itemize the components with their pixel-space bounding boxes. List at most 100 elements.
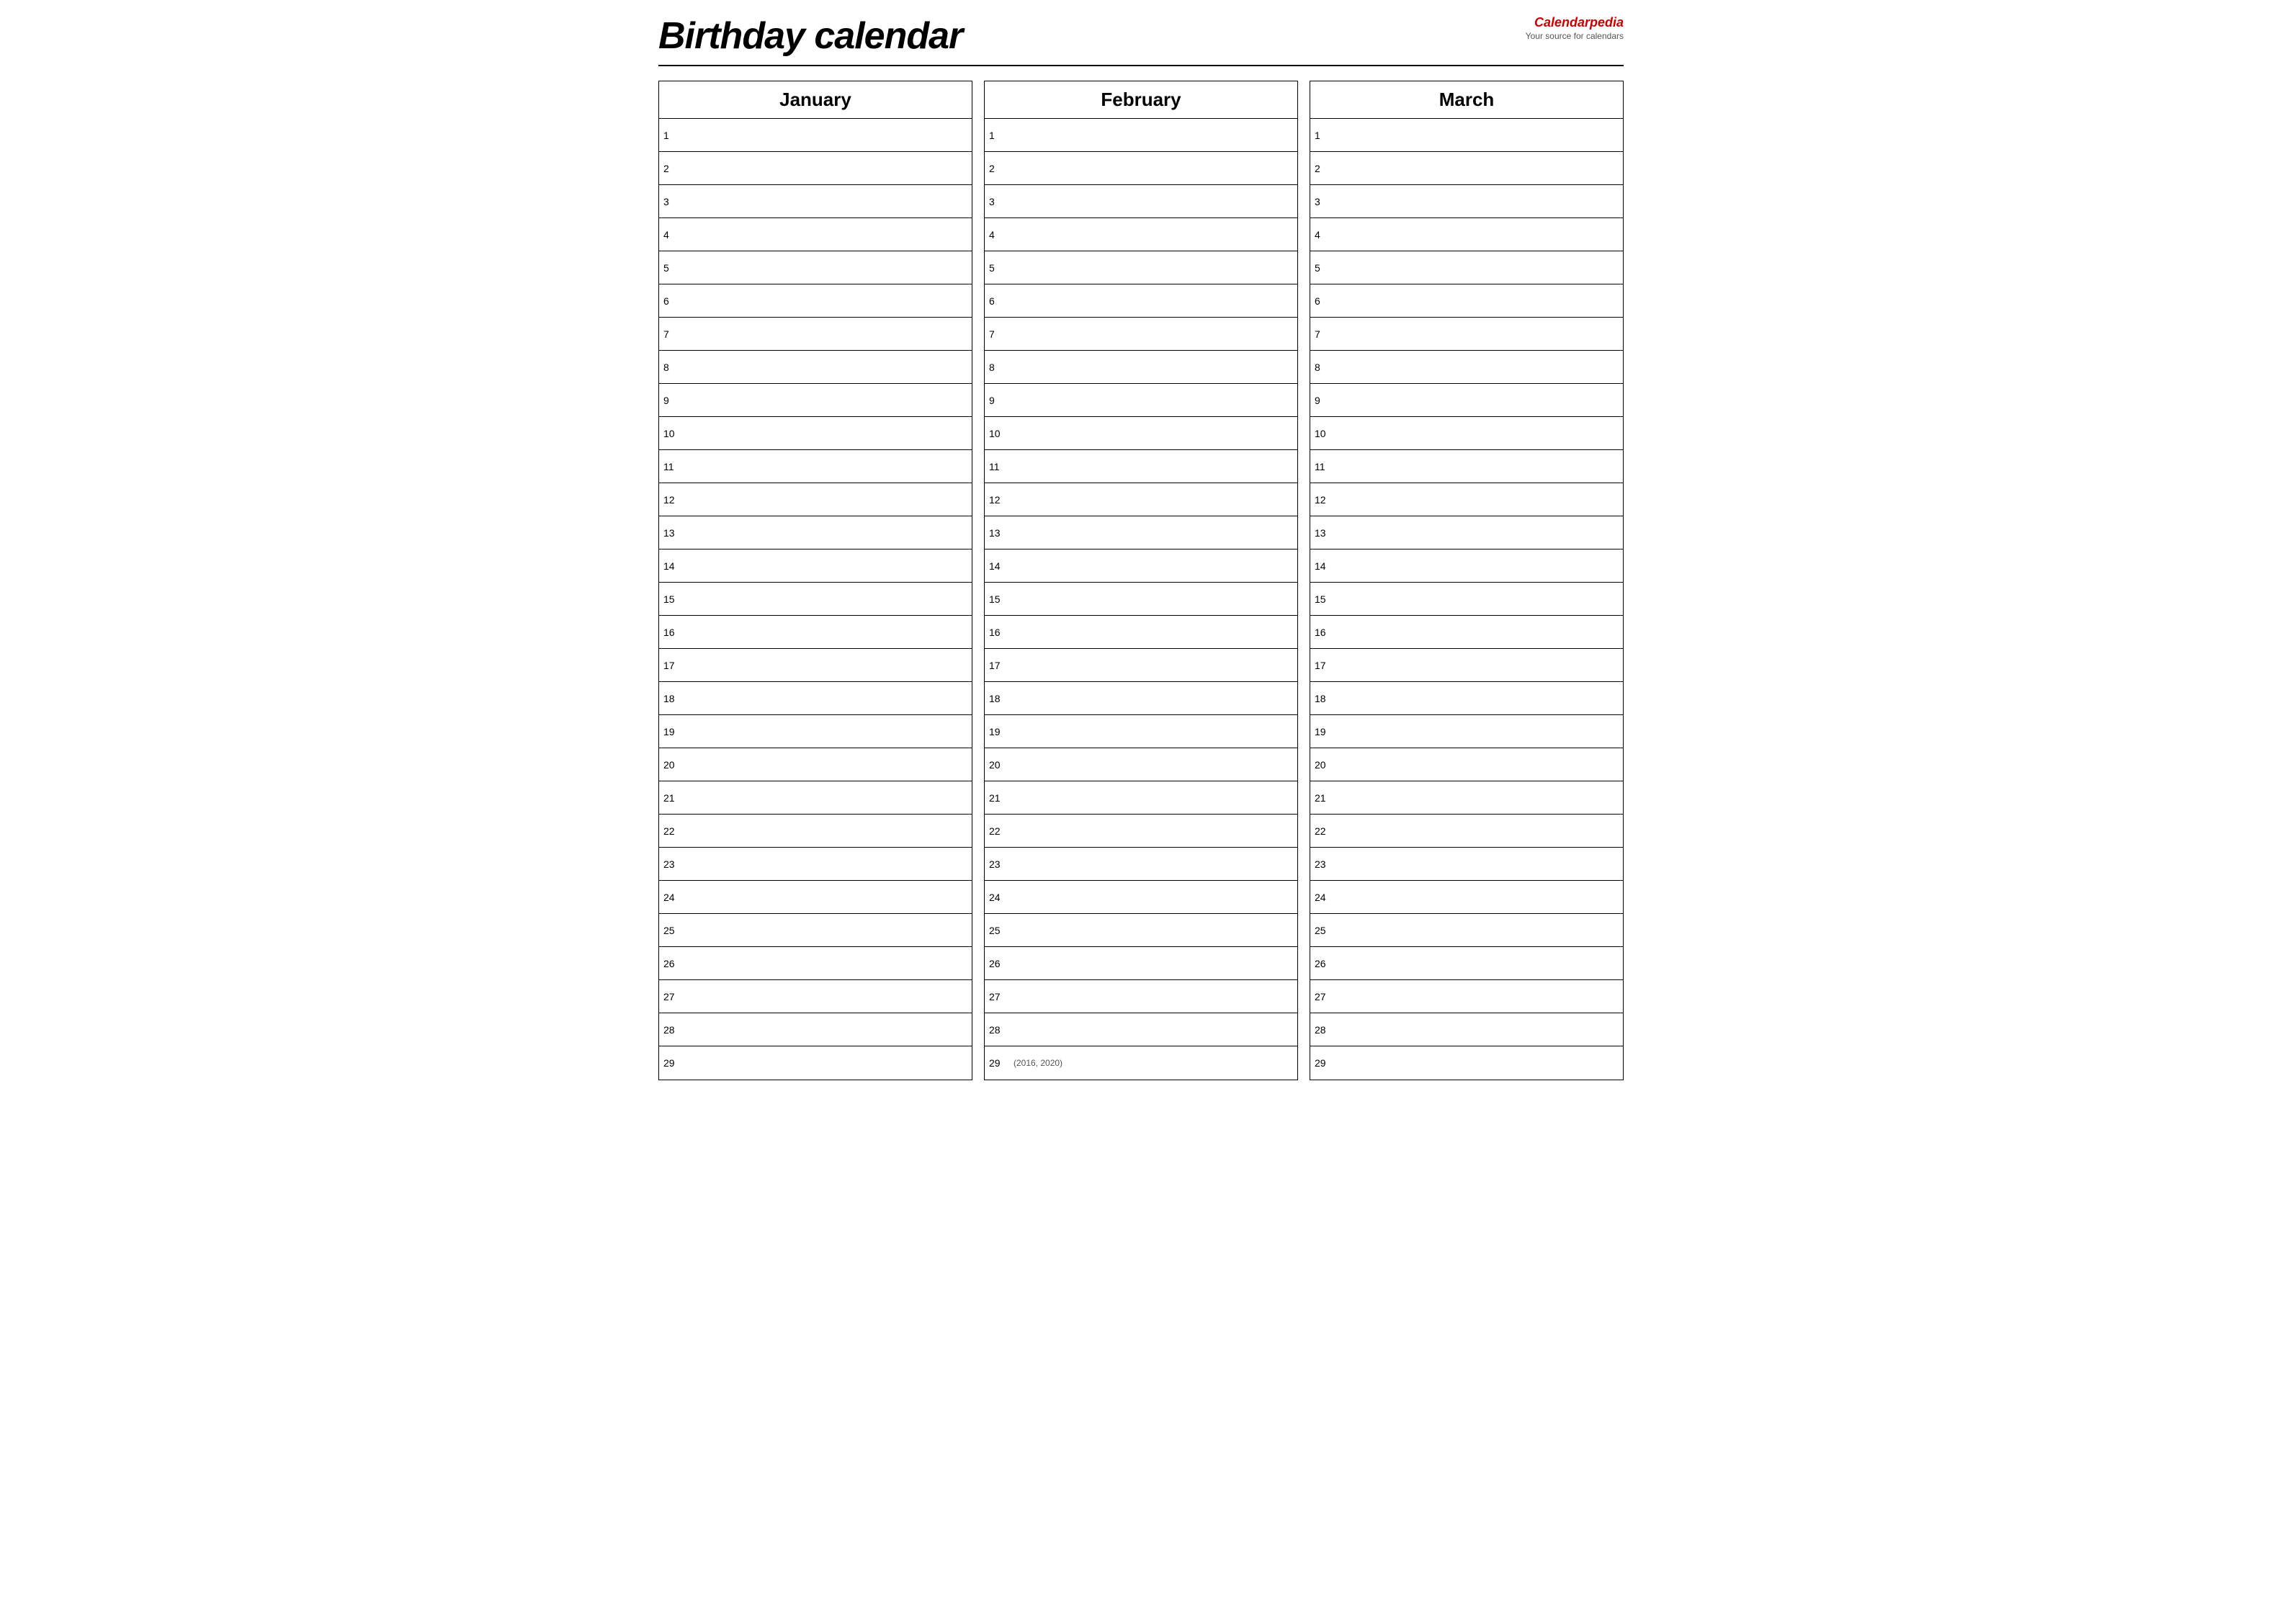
day-row: 25 xyxy=(985,914,1297,947)
day-number: 13 xyxy=(989,527,1011,539)
day-row: 24 xyxy=(1310,881,1623,914)
day-number: 7 xyxy=(663,328,685,340)
day-row: 23 xyxy=(1310,848,1623,881)
day-row: 20 xyxy=(1310,748,1623,781)
day-number: 21 xyxy=(1315,792,1336,804)
day-number: 9 xyxy=(989,395,1011,406)
day-number: 28 xyxy=(663,1024,685,1036)
day-row: 26 xyxy=(1310,947,1623,980)
day-number: 21 xyxy=(989,792,1011,804)
day-number: 23 xyxy=(989,858,1011,870)
day-row: 22 xyxy=(1310,815,1623,848)
day-row: 17 xyxy=(1310,649,1623,682)
day-number: 23 xyxy=(663,858,685,870)
day-number: 2 xyxy=(989,163,1011,174)
day-number: 24 xyxy=(1315,892,1336,903)
day-row: 1 xyxy=(1310,119,1623,152)
day-number: 13 xyxy=(1315,527,1336,539)
day-row: 6 xyxy=(659,284,972,318)
logo-brand: Calendarpedia xyxy=(1526,14,1624,31)
day-number: 27 xyxy=(989,991,1011,1002)
day-row: 16 xyxy=(1310,616,1623,649)
day-number: 15 xyxy=(663,593,685,605)
day-number: 1 xyxy=(1315,130,1336,141)
day-number: 14 xyxy=(1315,560,1336,572)
day-number: 28 xyxy=(1315,1024,1336,1036)
day-number: 27 xyxy=(1315,991,1336,1002)
day-row: 28 xyxy=(985,1013,1297,1046)
day-row: 10 xyxy=(985,417,1297,450)
day-row: 15 xyxy=(985,583,1297,616)
day-row: 26 xyxy=(985,947,1297,980)
month-calendar-march: March12345678910111213141516171819202122… xyxy=(1310,81,1624,1080)
day-number: 12 xyxy=(989,494,1011,506)
logo-area: Calendarpedia Your source for calendars xyxy=(1526,14,1624,42)
day-number: 16 xyxy=(1315,627,1336,638)
day-number: 7 xyxy=(1315,328,1336,340)
day-row: 14 xyxy=(985,549,1297,583)
day-row: 27 xyxy=(985,980,1297,1013)
day-number: 16 xyxy=(989,627,1011,638)
day-row: 13 xyxy=(985,516,1297,549)
day-row: 29 xyxy=(1310,1046,1623,1080)
day-row: 8 xyxy=(985,351,1297,384)
month-header-march: March xyxy=(1310,81,1623,119)
day-row: 21 xyxy=(985,781,1297,815)
month-name-february: February xyxy=(988,89,1294,111)
day-number: 5 xyxy=(663,262,685,274)
day-row: 10 xyxy=(1310,417,1623,450)
day-number: 27 xyxy=(663,991,685,1002)
day-number: 3 xyxy=(1315,196,1336,207)
day-number: 1 xyxy=(663,130,685,141)
day-number: 1 xyxy=(989,130,1011,141)
day-row: 23 xyxy=(985,848,1297,881)
day-row: 5 xyxy=(659,251,972,284)
day-row: 29 xyxy=(659,1046,972,1080)
day-row: 18 xyxy=(1310,682,1623,715)
day-row: 16 xyxy=(659,616,972,649)
day-number: 4 xyxy=(989,229,1011,241)
day-row: 25 xyxy=(1310,914,1623,947)
day-row: 11 xyxy=(985,450,1297,483)
day-row: 2 xyxy=(1310,152,1623,185)
day-number: 19 xyxy=(663,726,685,737)
day-number: 15 xyxy=(1315,593,1336,605)
day-row: 5 xyxy=(985,251,1297,284)
day-row: 22 xyxy=(659,815,972,848)
day-number: 18 xyxy=(1315,693,1336,704)
day-number: 4 xyxy=(663,229,685,241)
day-row: 2 xyxy=(659,152,972,185)
day-row: 19 xyxy=(659,715,972,748)
day-row: 3 xyxy=(659,185,972,218)
day-number: 9 xyxy=(1315,395,1336,406)
day-number: 10 xyxy=(663,428,685,439)
day-number: 29 xyxy=(663,1057,685,1069)
month-header-january: January xyxy=(659,81,972,119)
day-number: 19 xyxy=(989,726,1011,737)
day-number: 25 xyxy=(989,925,1011,936)
day-number: 11 xyxy=(663,461,685,472)
day-number: 13 xyxy=(663,527,685,539)
day-row: 7 xyxy=(659,318,972,351)
day-row: 13 xyxy=(659,516,972,549)
month-name-january: January xyxy=(663,89,968,111)
logo-prefix: Calendar xyxy=(1534,15,1590,30)
day-number: 26 xyxy=(1315,958,1336,969)
day-row: 8 xyxy=(659,351,972,384)
day-number: 29 xyxy=(989,1057,1011,1069)
day-row: 15 xyxy=(1310,583,1623,616)
day-row: 25 xyxy=(659,914,972,947)
day-number: 20 xyxy=(663,759,685,771)
day-number: 6 xyxy=(1315,295,1336,307)
day-row: 8 xyxy=(1310,351,1623,384)
day-row: 16 xyxy=(985,616,1297,649)
day-row: 12 xyxy=(985,483,1297,516)
day-row: 27 xyxy=(659,980,972,1013)
day-row: 12 xyxy=(1310,483,1623,516)
day-row: 1 xyxy=(985,119,1297,152)
day-number: 5 xyxy=(1315,262,1336,274)
page-header: Birthday calendar Calendarpedia Your sou… xyxy=(658,14,1624,66)
day-row: 4 xyxy=(659,218,972,251)
day-number: 26 xyxy=(663,958,685,969)
day-number: 21 xyxy=(663,792,685,804)
